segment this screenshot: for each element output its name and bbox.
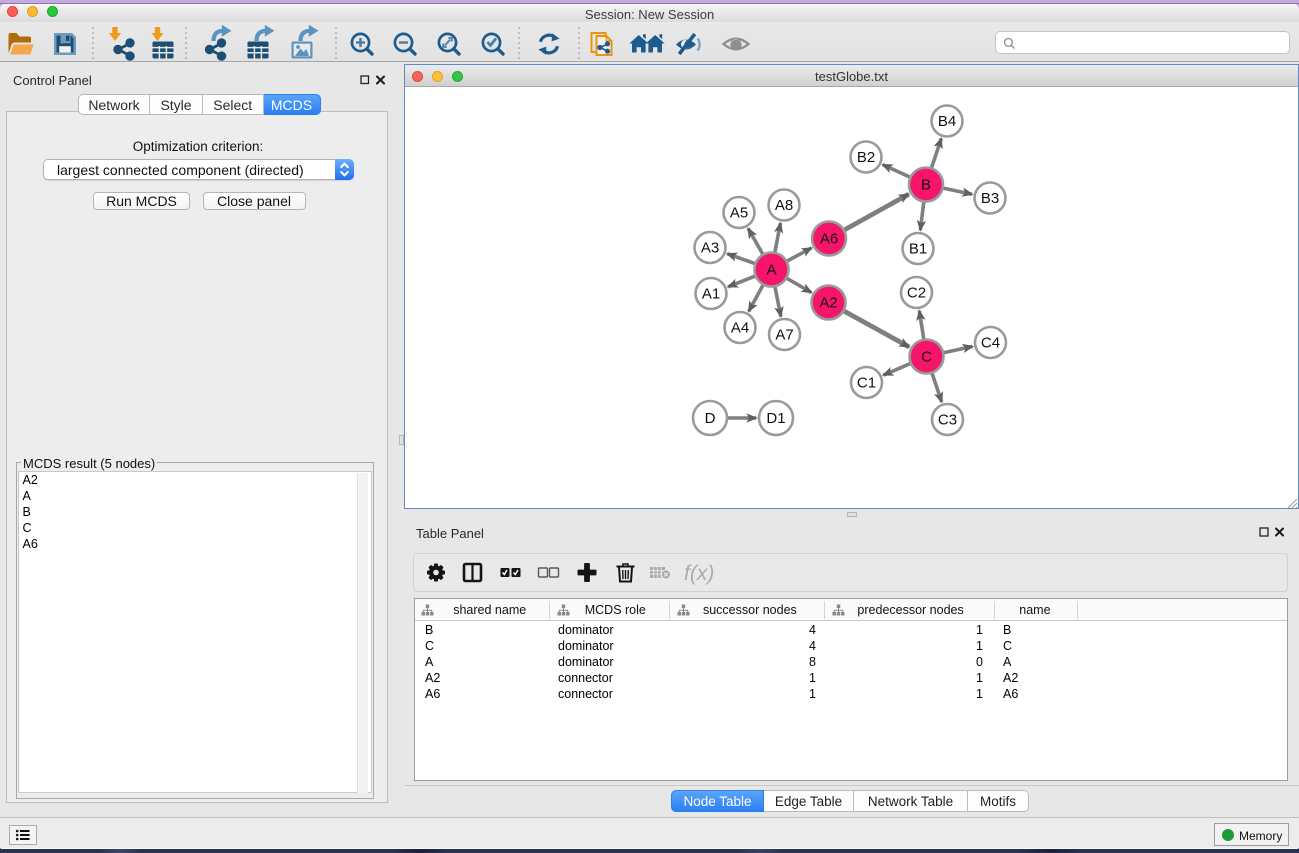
- svg-text:B: B: [921, 177, 931, 194]
- svg-text:B2: B2: [857, 149, 875, 166]
- svg-text:A7: A7: [775, 327, 793, 344]
- svg-text:D: D: [705, 410, 716, 427]
- svg-text:A3: A3: [701, 240, 719, 257]
- svg-text:A1: A1: [702, 286, 720, 303]
- svg-text:B1: B1: [909, 241, 927, 258]
- svg-text:C1: C1: [857, 375, 876, 392]
- svg-text:A5: A5: [730, 205, 748, 222]
- svg-text:f(x): f(x): [684, 562, 714, 585]
- svg-text:B4: B4: [938, 113, 956, 130]
- svg-text:A6: A6: [820, 231, 838, 248]
- svg-text:A4: A4: [731, 320, 749, 337]
- svg-text:D1: D1: [766, 410, 785, 427]
- svg-text:C2: C2: [907, 285, 926, 302]
- svg-text:A: A: [766, 262, 776, 279]
- svg-text:C: C: [921, 349, 932, 366]
- svg-text:B3: B3: [981, 190, 999, 207]
- svg-text:C4: C4: [981, 335, 1000, 352]
- svg-text:C3: C3: [938, 412, 957, 429]
- svg-text:A2: A2: [819, 295, 837, 312]
- svg-text:A8: A8: [775, 197, 793, 214]
